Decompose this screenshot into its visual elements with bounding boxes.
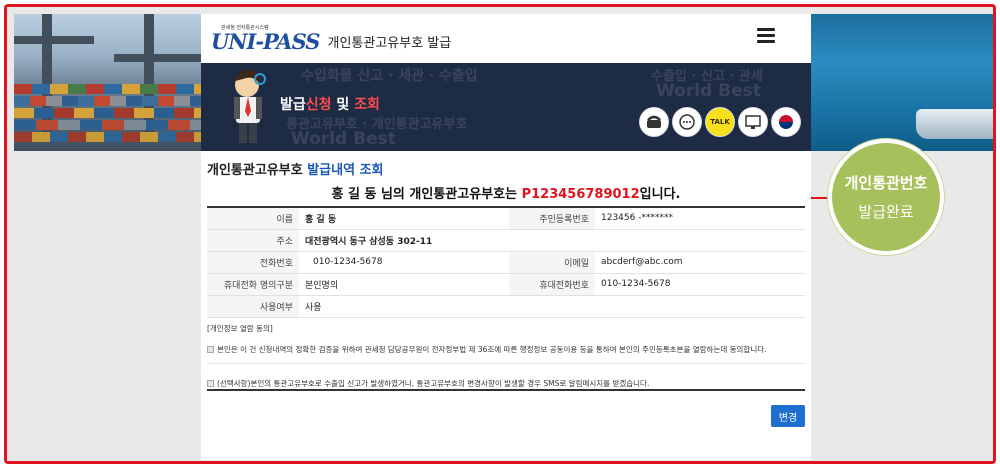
mobile-value: 010-1234-5678 — [595, 273, 805, 296]
table-row: 이름 홍 길 동 주민등록번호 123456 -******* — [207, 207, 805, 230]
container-row — [14, 108, 201, 118]
change-button[interactable]: 변경 — [771, 405, 805, 427]
address-label: 주소 — [207, 229, 299, 252]
owner-type-value: 본인명의 — [299, 273, 509, 296]
result-suffix: 입니다. — [639, 187, 681, 202]
consent-title: [개인정보 열람 동의] — [207, 324, 273, 333]
name-label: 이름 — [207, 207, 299, 230]
container-row — [14, 96, 201, 106]
email-label: 이메일 — [509, 251, 595, 274]
container-row — [14, 132, 201, 142]
phone-value: 010-1234-5678 — [299, 251, 509, 274]
highlight-frame: 개인통관번호 발급완료 관세청 전자통관시스템 UNI-PASS 개인통관고유부… — [4, 4, 996, 464]
mobile-label: 휴대전화번호 — [509, 273, 595, 296]
section-heading-main: 개인통관고유부호 — [207, 163, 308, 178]
rrn-label: 주민등록번호 — [509, 207, 595, 230]
usage-value: 사용 — [299, 295, 805, 318]
customs-code-number: P123456789012 — [521, 187, 640, 202]
consent-section: [개인정보 열람 동의] 본인은 이 건 신청내역의 정확한 검증을 위하여 관… — [207, 323, 805, 405]
consent-text: 본인은 이 건 신청내역의 정확한 검증을 위하여 관세청 담당공무원이 전자정… — [217, 345, 767, 354]
applicant-info-table: 이름 홍 길 동 주민등록번호 123456 -******* 주소 대전광역시… — [207, 206, 805, 318]
container-row — [14, 120, 201, 130]
callout-line2: 발급완료 — [858, 203, 914, 221]
table-row: 사용여부 사용 — [207, 295, 805, 318]
divider — [207, 389, 805, 391]
address-value: 대전광역시 동구 삼성동 302-11 — [299, 229, 805, 252]
consent-checkbox[interactable] — [207, 346, 214, 353]
consent-item: (선택사항)본인의 통관고유부호로 수출입 신고가 발생하였거나, 통관고유부호… — [207, 378, 805, 389]
callout-badge: 개인통관번호 발급완료 — [828, 139, 944, 255]
table-row: 주소 대전광역시 동구 삼성동 302-11 — [207, 229, 805, 252]
sms-consent-text: (선택사항)본인의 통관고유부호로 수출입 신고가 발생하였거나, 통관고유부호… — [217, 379, 650, 388]
result-prefix: 홍 길 동 님의 개인통관고유부호는 — [331, 187, 522, 202]
crane-arm-graphic — [14, 36, 94, 44]
name-value: 홍 길 동 — [299, 207, 509, 230]
owner-type-label: 휴대전화 명의구분 — [207, 273, 299, 296]
divider — [207, 363, 805, 364]
ship-graphic — [916, 109, 993, 139]
table-row: 휴대전화 명의구분 본인명의 휴대전화번호 010-1234-5678 — [207, 273, 805, 296]
container-row — [14, 84, 201, 94]
container-port-photo — [14, 14, 201, 151]
result-panel: 개인통관고유부호 발급내역 조회 홍 길 동 님의 개인통관고유부호는 P123… — [201, 7, 811, 461]
callout-line1: 개인통관번호 — [844, 174, 928, 192]
phone-label: 전화번호 — [207, 251, 299, 274]
crane-arm-graphic — [114, 54, 201, 62]
email-value: abcderf@abc.com — [595, 251, 805, 274]
sms-consent-checkbox[interactable] — [207, 380, 214, 387]
ocean-ship-photo — [811, 14, 993, 151]
usage-label: 사용여부 — [207, 295, 299, 318]
rrn-value: 123456 -******* — [595, 207, 805, 230]
section-heading: 개인통관고유부호 발급내역 조회 — [207, 159, 384, 178]
result-message: 홍 길 동 님의 개인통관고유부호는 P123456789012입니다. — [201, 183, 811, 202]
table-row: 전화번호 010-1234-5678 이메일 abcderf@abc.com — [207, 251, 805, 274]
section-heading-sub: 발급내역 조회 — [307, 163, 384, 178]
consent-item: 본인은 이 건 신청내역의 정확한 검증을 위하여 관세청 담당공무원이 전자정… — [207, 344, 805, 355]
